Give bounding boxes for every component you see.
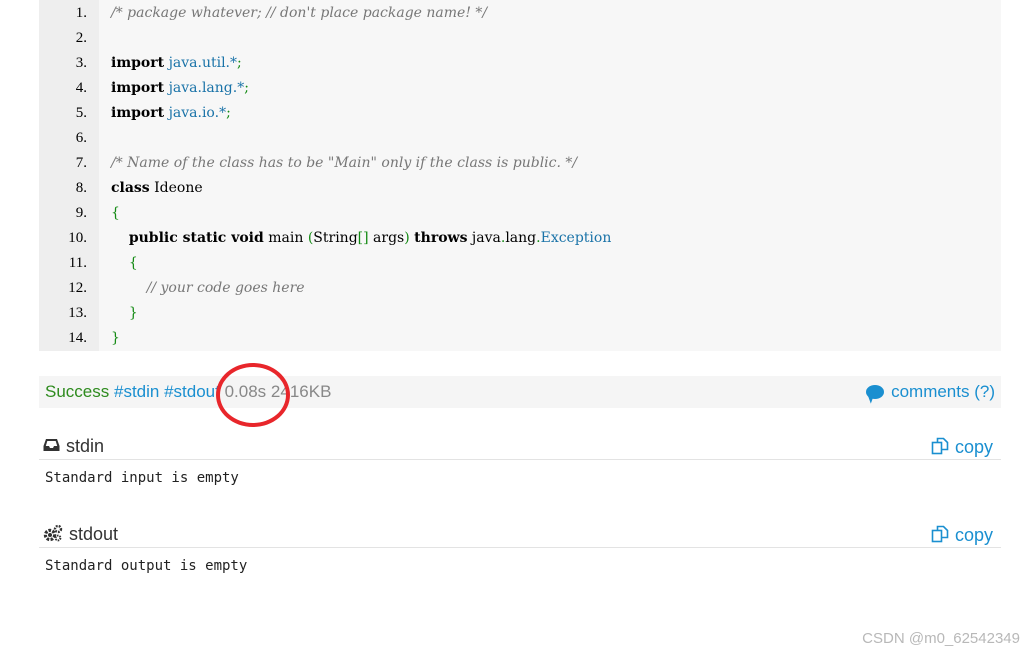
line-number: 5. bbox=[75, 105, 87, 121]
code-token: Ideone bbox=[149, 180, 203, 196]
stdout-link[interactable]: #stdout bbox=[164, 382, 220, 401]
line-number: 2. bbox=[75, 30, 87, 46]
stdin-title: stdin bbox=[43, 433, 104, 459]
code-line: 14.} bbox=[39, 326, 1001, 351]
code-text: // your code goes here bbox=[111, 276, 305, 301]
gears-icon bbox=[43, 525, 63, 542]
line-number: 12. bbox=[68, 280, 87, 296]
copy-icon bbox=[931, 437, 949, 455]
code-text: public static void main (String[] args) … bbox=[111, 226, 612, 251]
code-line: 5. import java.io.*; bbox=[39, 101, 1001, 126]
source-code-panel: 1. /* package whatever; // don't place pa… bbox=[39, 0, 1001, 351]
code-token: main bbox=[263, 230, 308, 246]
code-token: java.lang.* bbox=[168, 80, 245, 96]
code-text: } bbox=[111, 301, 138, 326]
comments-label: comments (?) bbox=[891, 382, 995, 401]
code-line: 8. class Ideone bbox=[39, 176, 1001, 201]
code-token: Exception bbox=[540, 230, 612, 246]
code-token: { bbox=[111, 205, 120, 221]
line-number: 7. bbox=[75, 155, 87, 171]
code-text: } bbox=[111, 326, 120, 351]
line-number: 11. bbox=[68, 255, 87, 271]
code-text: import java.util.*; bbox=[111, 51, 242, 76]
code-line: 11. { bbox=[39, 251, 1001, 276]
code-token: args bbox=[368, 230, 405, 246]
copy-icon bbox=[931, 525, 949, 543]
code-text: /* package whatever; // don't place pack… bbox=[111, 1, 487, 26]
code-line: 9. { bbox=[39, 201, 1001, 226]
code-line: 3. import java.util.*; bbox=[39, 51, 1001, 76]
code-token: /* package whatever; // don't place pack… bbox=[111, 5, 488, 21]
stdout-title-label: stdout bbox=[69, 524, 119, 544]
stdin-copy-label: copy bbox=[954, 437, 993, 457]
code-text: { bbox=[111, 251, 138, 276]
code-token: throws bbox=[414, 230, 468, 246]
code-line: 1. /* package whatever; // don't place pa… bbox=[39, 1, 1001, 26]
code-token: import bbox=[111, 80, 165, 96]
code-token: class bbox=[111, 180, 150, 196]
line-number: 10. bbox=[68, 230, 87, 246]
code-text: { bbox=[111, 201, 120, 226]
highlight-circle bbox=[216, 363, 290, 427]
stdout-copy-label: copy bbox=[954, 525, 993, 545]
code-line: 7. /* Name of the class has to be "Main" … bbox=[39, 151, 1001, 176]
code-token: } bbox=[128, 305, 138, 321]
code-token: import bbox=[111, 55, 165, 71]
code-text: import java.lang.*; bbox=[111, 76, 249, 101]
stdout-header: stdout copy bbox=[39, 521, 1001, 548]
code-line: 6. bbox=[39, 126, 1001, 151]
result-status-bar: Success #stdin #stdout 0.08s 2416KB comm… bbox=[39, 376, 1001, 408]
line-number: 13. bbox=[68, 305, 87, 321]
code-token: import bbox=[111, 105, 165, 121]
stdin-content: Standard input is empty bbox=[45, 470, 239, 486]
code-line: 13. } bbox=[39, 301, 1001, 326]
code-token: String bbox=[313, 230, 358, 246]
result-status: Success bbox=[45, 382, 110, 401]
code-token: [] bbox=[357, 230, 369, 246]
code-token: { bbox=[128, 255, 138, 271]
code-token: public static void bbox=[128, 230, 264, 246]
code-line: 4. import java.lang.*; bbox=[39, 76, 1001, 101]
comments-link[interactable]: comments (?) bbox=[866, 376, 995, 408]
code-text: /* Name of the class has to be "Main" on… bbox=[111, 151, 577, 176]
code-token: java bbox=[467, 230, 501, 246]
line-number: 4. bbox=[75, 80, 87, 96]
line-number: 9. bbox=[75, 205, 87, 221]
code-token: ; bbox=[237, 55, 242, 71]
code-line: 12. // your code goes here bbox=[39, 276, 1001, 301]
code-token: lang bbox=[505, 230, 537, 246]
stdin-header: stdin copy bbox=[39, 433, 1001, 460]
stdin-copy-button[interactable]: copy bbox=[931, 434, 993, 460]
line-number: 14. bbox=[68, 330, 87, 346]
code-token: // your code goes here bbox=[146, 280, 305, 296]
stdin-title-label: stdin bbox=[66, 436, 105, 456]
code-token: } bbox=[111, 330, 120, 346]
code-token: java.util.* bbox=[168, 55, 238, 71]
code-line: 2. bbox=[39, 26, 1001, 51]
inbox-icon bbox=[43, 439, 60, 452]
stdin-link[interactable]: #stdin bbox=[114, 382, 159, 401]
watermark: CSDN @m0_62542349 bbox=[862, 630, 1020, 647]
code-token: /* Name of the class has to be "Main" on… bbox=[111, 155, 578, 171]
line-number: 1. bbox=[75, 5, 87, 21]
code-token: java.io.* bbox=[168, 105, 227, 121]
stdout-title: stdout bbox=[43, 521, 118, 547]
stdout-copy-button[interactable]: copy bbox=[931, 522, 993, 548]
code-token: ; bbox=[244, 80, 249, 96]
comment-bubble-icon bbox=[866, 385, 885, 399]
code-text: class Ideone bbox=[111, 176, 203, 201]
code-text: import java.io.*; bbox=[111, 101, 231, 126]
stdout-content: Standard output is empty bbox=[45, 558, 248, 574]
code-token: ; bbox=[226, 105, 231, 121]
code-line: 10. public static void main (String[] ar… bbox=[39, 226, 1001, 251]
line-number: 3. bbox=[75, 55, 87, 71]
line-number: 6. bbox=[75, 130, 87, 146]
line-number: 8. bbox=[75, 180, 87, 196]
